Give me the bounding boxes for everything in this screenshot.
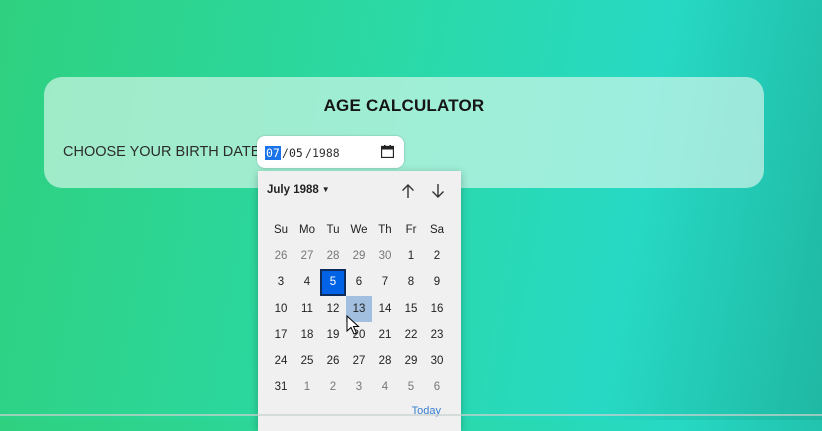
weekday-header: Th <box>378 224 392 237</box>
weekday-header: Tu <box>326 224 340 237</box>
calendar-day[interactable]: 30 <box>424 348 450 374</box>
calendar-day[interactable]: 29 <box>346 243 372 269</box>
calendar-day[interactable]: 11 <box>294 296 320 322</box>
month-year-dropdown[interactable]: July 1988 ▼ <box>267 184 330 196</box>
calendar-day[interactable]: 19 <box>320 322 346 348</box>
weekday-header: Su <box>273 224 289 237</box>
calendar-day[interactable]: 1 <box>398 243 424 269</box>
calendar-day[interactable]: 5 <box>398 374 424 400</box>
date-separator: / <box>305 146 312 160</box>
calendar-icon[interactable] <box>381 145 394 158</box>
calendar-day[interactable]: 2 <box>320 374 346 400</box>
date-separator: / <box>282 146 289 160</box>
calendar-day[interactable]: 27 <box>346 348 372 374</box>
page-title: AGE CALCULATOR <box>323 96 485 115</box>
arrow-down-icon[interactable] <box>429 182 447 200</box>
birth-date-label: CHOOSE YOUR BIRTH DATE <box>63 144 261 160</box>
weekday-header: Mo <box>299 224 315 237</box>
calendar-day[interactable]: 27 <box>294 243 320 269</box>
calendar-day[interactable]: 4 <box>294 269 320 295</box>
calendar-day[interactable]: 25 <box>294 348 320 374</box>
calendar-day[interactable]: 14 <box>372 296 398 322</box>
calendar-day[interactable]: 8 <box>398 269 424 295</box>
birth-date-input[interactable]: 07 / 05 / 1988 <box>257 136 404 168</box>
calendar-day[interactable]: 3 <box>346 374 372 400</box>
arrow-up-icon[interactable] <box>399 182 417 200</box>
calendar-day[interactable]: 3 <box>268 269 294 295</box>
weekday-header: Fr <box>405 224 417 237</box>
calendar-day[interactable]: 26 <box>320 348 346 374</box>
month-segment[interactable]: 07 <box>265 146 281 160</box>
divider <box>0 414 822 416</box>
weekday-header: Sa <box>429 224 445 237</box>
calendar-day[interactable]: 9 <box>424 269 450 295</box>
calendar-day[interactable]: 2 <box>424 243 450 269</box>
year-segment[interactable]: 1988 <box>312 146 340 160</box>
calendar-day[interactable]: 29 <box>398 348 424 374</box>
calendar-day[interactable]: 24 <box>268 348 294 374</box>
weekday-header: We <box>350 224 368 237</box>
month-year-label: July 1988 <box>267 184 319 196</box>
calendar-day[interactable]: 7 <box>372 269 398 295</box>
mouse-cursor-icon <box>346 315 360 335</box>
calendar-day[interactable]: 23 <box>424 322 450 348</box>
calendar-day[interactable]: 12 <box>320 296 346 322</box>
calendar-day[interactable]: 6 <box>346 269 372 295</box>
calendar-day[interactable]: 18 <box>294 322 320 348</box>
date-picker-popup: July 1988 ▼ Su Mo Tu We Th Fr Sa 26 27 28 29 30 1 2 3 4 5… <box>258 171 461 431</box>
calendar-day[interactable]: 4 <box>372 374 398 400</box>
calendar-day[interactable]: 17 <box>268 322 294 348</box>
calendar-day[interactable]: 21 <box>372 322 398 348</box>
calendar-day[interactable]: 6 <box>424 374 450 400</box>
calendar-day[interactable]: 16 <box>424 296 450 322</box>
calendar-day[interactable]: 28 <box>320 243 346 269</box>
calendar-day[interactable]: 31 <box>268 374 294 400</box>
calendar-day[interactable]: 5 <box>320 269 346 296</box>
caret-down-icon: ▼ <box>321 185 330 194</box>
calendar-day[interactable]: 15 <box>398 296 424 322</box>
day-segment[interactable]: 05 <box>289 146 303 160</box>
calendar-day[interactable]: 30 <box>372 243 398 269</box>
calendar-day[interactable]: 28 <box>372 348 398 374</box>
calendar-day[interactable]: 1 <box>294 374 320 400</box>
calendar-grid: Su Mo Tu We Th Fr Sa 26 27 28 29 30 1 2 3 4 5 6 7 8 9 10 11 12 1… <box>268 217 460 400</box>
calendar-day[interactable]: 26 <box>268 243 294 269</box>
calendar-day[interactable]: 10 <box>268 296 294 322</box>
calendar-day[interactable]: 22 <box>398 322 424 348</box>
